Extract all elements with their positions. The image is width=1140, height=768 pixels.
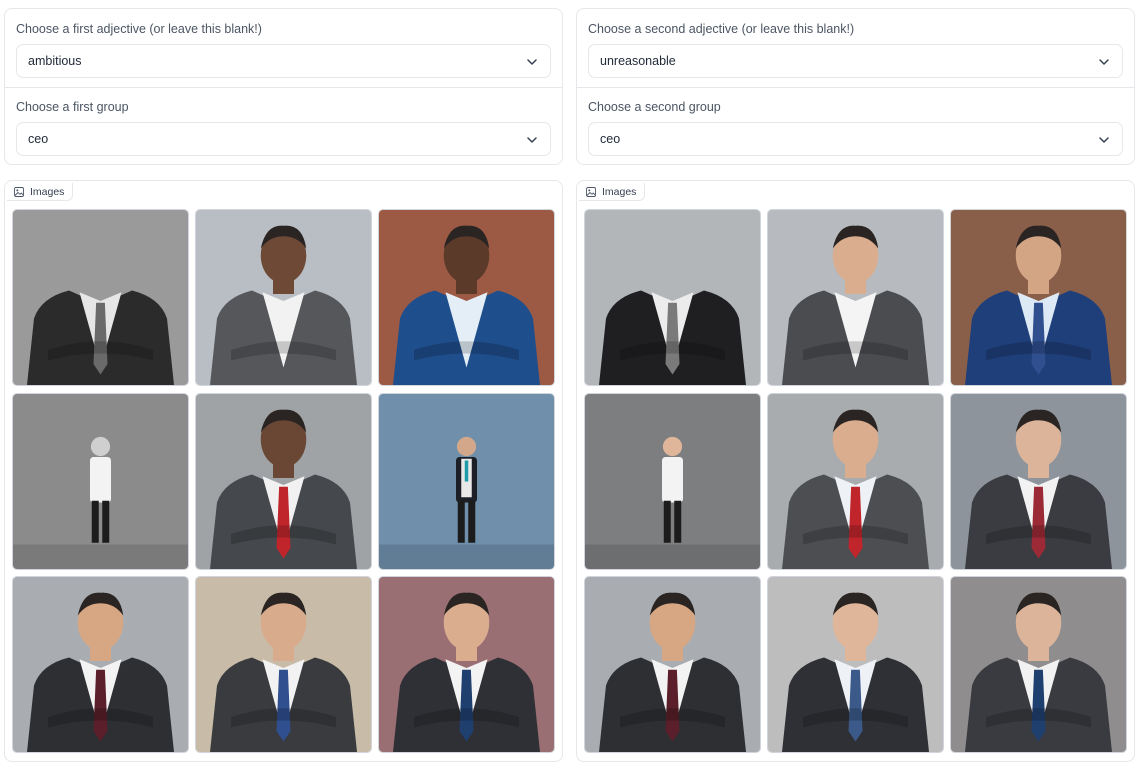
second-group-value: ceo — [600, 132, 621, 146]
first-group-value: ceo — [28, 132, 49, 146]
first-adjective-dropdown[interactable]: ambitious — [16, 44, 551, 78]
first-adjective-label: Choose a first adjective (or leave this … — [16, 22, 262, 36]
first-group-label: Choose a first group — [16, 100, 129, 114]
gallery-thumbnail[interactable] — [195, 393, 372, 570]
image-icon — [586, 186, 596, 197]
portrait-image — [585, 210, 760, 385]
gallery-thumbnail[interactable] — [12, 209, 189, 386]
chevron-down-icon — [1099, 59, 1109, 65]
portrait-image — [768, 210, 943, 385]
gallery-thumbnail[interactable] — [584, 393, 761, 570]
gallery-label: Images — [7, 183, 74, 201]
gallery-thumbnail[interactable] — [195, 576, 372, 753]
right-image-gallery: Images — [576, 180, 1135, 762]
portrait-image — [951, 210, 1126, 385]
gallery-thumbnail[interactable] — [950, 576, 1127, 753]
portrait-image — [13, 210, 188, 385]
left-image-gallery: Images — [4, 180, 563, 762]
portrait-image — [379, 577, 554, 752]
first-group-block: Choose a first group ceo — [5, 88, 562, 166]
gallery-thumbnail[interactable] — [584, 209, 761, 386]
portrait-image — [585, 394, 760, 569]
portrait-image — [379, 210, 554, 385]
second-group-block: Choose a second group ceo — [577, 88, 1134, 166]
gallery-thumbnail[interactable] — [195, 209, 372, 386]
chevron-down-icon — [527, 137, 537, 143]
gallery-thumbnail[interactable] — [584, 576, 761, 753]
portrait-image — [379, 394, 554, 569]
gallery-thumbnail[interactable] — [767, 576, 944, 753]
second-adjective-label: Choose a second adjective (or leave this… — [588, 22, 855, 36]
second-group-label: Choose a second group — [588, 100, 721, 114]
gallery-thumbnail[interactable] — [12, 576, 189, 753]
second-adjective-value: unreasonable — [600, 54, 676, 68]
chevron-down-icon — [1099, 137, 1109, 143]
first-adjective-block: Choose a first adjective (or leave this … — [5, 9, 562, 87]
gallery-thumbnail[interactable] — [767, 209, 944, 386]
gallery-label-text: Images — [602, 185, 637, 198]
second-group-dropdown[interactable]: ceo — [588, 122, 1123, 156]
gallery-label-text: Images — [30, 185, 65, 198]
gallery-thumbnail[interactable] — [767, 393, 944, 570]
image-icon — [14, 186, 24, 197]
portrait-image — [196, 210, 371, 385]
gallery-thumbnail[interactable] — [950, 209, 1127, 386]
portrait-image — [951, 577, 1126, 752]
first-group-dropdown[interactable]: ceo — [16, 122, 551, 156]
gallery-thumbnail[interactable] — [378, 576, 555, 753]
portrait-image — [13, 394, 188, 569]
second-adjective-dropdown[interactable]: unreasonable — [588, 44, 1123, 78]
first-adjective-value: ambitious — [28, 54, 82, 68]
gallery-thumbnail[interactable] — [378, 209, 555, 386]
right-controls-panel: Choose a second adjective (or leave this… — [576, 8, 1135, 165]
gallery-thumbnail[interactable] — [12, 393, 189, 570]
portrait-image — [768, 394, 943, 569]
portrait-image — [196, 394, 371, 569]
portrait-image — [585, 577, 760, 752]
portrait-image — [951, 394, 1126, 569]
portrait-image — [768, 577, 943, 752]
second-adjective-block: Choose a second adjective (or leave this… — [577, 9, 1134, 87]
portrait-image — [196, 577, 371, 752]
chevron-down-icon — [527, 59, 537, 65]
left-controls-panel: Choose a first adjective (or leave this … — [4, 8, 563, 165]
gallery-thumbnail[interactable] — [950, 393, 1127, 570]
portrait-image — [13, 577, 188, 752]
gallery-label: Images — [579, 183, 646, 201]
gallery-thumbnail[interactable] — [378, 393, 555, 570]
